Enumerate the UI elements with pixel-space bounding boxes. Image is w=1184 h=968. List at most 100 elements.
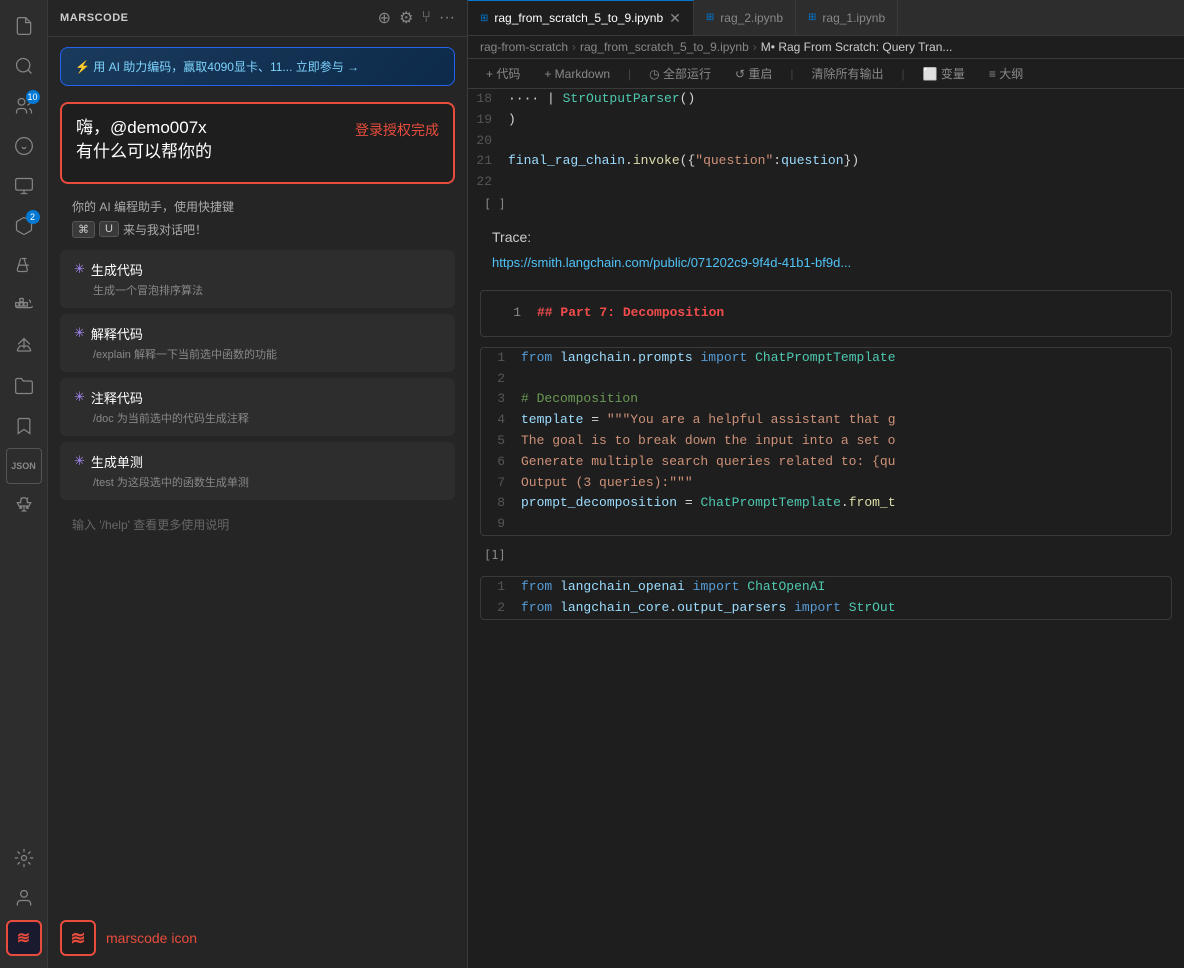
help-text: 输入 '/help' 查看更多使用说明 (48, 504, 467, 545)
marscode-icon-box: ≋ (60, 920, 96, 956)
more-icon[interactable]: ··· (439, 9, 455, 27)
add-code-btn[interactable]: + 代码 (480, 63, 526, 84)
editor-main: ⊞ rag_from_scratch_5_to_9.ipynb ✕ ⊞ rag_… (468, 0, 1184, 968)
code-line-18: 18 ···· | StrOutputParser() (468, 89, 1184, 110)
greeting-subtitle: 你的 AI 编程助手，使用快捷键 (48, 190, 467, 219)
tab-label-1: rag_2.ipynb (720, 11, 783, 25)
tab-close-0[interactable]: ✕ (669, 10, 681, 27)
tab-1[interactable]: ⊞ rag_2.ipynb (694, 0, 796, 35)
promo-text: ⚡ 用 AI 助力编码，赢取4090显卡、11... 立即参与 → (75, 58, 440, 75)
code-mid-6: 6 Generate multiple search queries relat… (481, 452, 1171, 473)
code-mid-8: 8 prompt_decomposition = ChatPromptTempl… (481, 493, 1171, 514)
add-markdown-btn[interactable]: + Markdown (538, 65, 616, 83)
feature-comment-code[interactable]: ✳ 注释代码 /doc 为当前选中的代码生成注释 (60, 378, 455, 436)
part7-cell: 1 ## Part 7: Decomposition (480, 290, 1172, 337)
feature-title-3: ✳ 生成单测 (74, 452, 441, 471)
sidebar-header: MARSCODE ⊕ ⚙ ⑂ ··· (48, 0, 467, 37)
code-mid-2: 2 (481, 369, 1171, 390)
feature-title-2: ✳ 注释代码 (74, 388, 441, 407)
breadcrumb: rag-from-scratch › rag_from_scratch_5_to… (468, 36, 1184, 59)
marscode-label: marscode icon (106, 930, 197, 946)
settings-icon[interactable]: ⚙ (399, 8, 413, 28)
code-line-20: 20 (468, 131, 1184, 152)
restart-btn[interactable]: ↺ 重启 (729, 63, 778, 84)
code-cell-bot: 1 from langchain_openai import ChatOpenA… (480, 576, 1172, 620)
tab-icon-2: ⊞ (808, 12, 816, 23)
tab-icon-1: ⊞ (706, 12, 714, 23)
code-mid-7: 7 Output (3 queries):""" (481, 473, 1171, 494)
code-mid-5: 5 The goal is to break down the input in… (481, 431, 1171, 452)
breadcrumb-0[interactable]: rag-from-scratch (480, 40, 568, 54)
bug2-icon[interactable] (6, 488, 42, 524)
code-bot-2: 2 from langchain_core.output_parsers imp… (481, 598, 1171, 619)
ext-badge: 2 (26, 210, 40, 224)
ai-users-icon[interactable]: 10 (6, 88, 42, 124)
activity-bar: 10 2 JSON ≋ (0, 0, 48, 968)
cell-output-top: [ ] (468, 193, 1184, 215)
variables-btn[interactable]: ⬜ 变量 (917, 63, 971, 84)
bookmark-icon[interactable] (6, 408, 42, 444)
kbd-cmd: ⌘ (72, 221, 95, 238)
shortcut-text: 来与我对话吧！ (123, 221, 207, 238)
code-mid-3: 3 # Decomposition (481, 389, 1171, 410)
code-mid-4: 4 template = """You are a helpful assist… (481, 410, 1171, 431)
cell-output-mid: [1] (468, 544, 1184, 566)
promo-banner[interactable]: ⚡ 用 AI 助力编码，赢取4090显卡、11... 立即参与 → (60, 47, 455, 86)
settings-icon[interactable] (6, 840, 42, 876)
sidebar-panel: MARSCODE ⊕ ⚙ ⑂ ··· ⚡ 用 AI 助力编码，赢取4090显卡、… (48, 0, 468, 968)
part7-heading-line: 1 ## Part 7: Decomposition (497, 303, 1155, 324)
editor-toolbar: + 代码 + Markdown | ◷ 全部运行 ↺ 重启 | 清除所有输出 |… (468, 59, 1184, 89)
kbd-u: U (99, 221, 119, 237)
feature-desc-2: /doc 为当前选中的代码生成注释 (93, 410, 441, 426)
trace-link[interactable]: https://smith.langchain.com/public/07120… (492, 255, 851, 270)
docker-icon[interactable] (6, 288, 42, 324)
breadcrumb-1[interactable]: rag_from_scratch_5_to_9.ipynb (580, 40, 749, 54)
feature-explain-code[interactable]: ✳ 解释代码 /explain 解释一下当前选中函数的功能 (60, 314, 455, 372)
trace-url[interactable]: https://smith.langchain.com/public/07120… (468, 251, 1184, 282)
flask-icon[interactable] (6, 248, 42, 284)
shortcut-row: ⌘ U 来与我对话吧！ (48, 219, 467, 246)
feature-title-1: ✳ 解释代码 (74, 324, 441, 343)
feature-generate-code[interactable]: ✳ 生成代码 生成一个冒泡排序算法 (60, 250, 455, 308)
tab-label-2: rag_1.ipynb (822, 11, 885, 25)
clear-output-btn[interactable]: 清除所有输出 (806, 63, 890, 84)
code-scroll[interactable]: 18 ···· | StrOutputParser() 19 ) 20 21 f… (468, 89, 1184, 968)
folder-icon[interactable] (6, 368, 42, 404)
feature-generate-test[interactable]: ✳ 生成单测 /test 为这段选中的函数生成单测 (60, 442, 455, 500)
code-bot-1: 1 from langchain_openai import ChatOpenA… (481, 577, 1171, 598)
tab-0[interactable]: ⊞ rag_from_scratch_5_to_9.ipynb ✕ (468, 0, 694, 35)
greeting-card: 嗨，@demo007x 有什么可以帮你的 登录授权完成 (60, 102, 455, 184)
ai-badge: 10 (26, 90, 40, 104)
feature-desc-3: /test 为这段选中的函数生成单测 (93, 474, 441, 490)
outline-btn[interactable]: ≡ 大纲 (983, 63, 1029, 84)
code-cell-mid: 1 from langchain.prompts import ChatProm… (480, 347, 1172, 536)
code-mid-1: 1 from langchain.prompts import ChatProm… (481, 348, 1171, 369)
share-icon[interactable]: ⑂ (421, 9, 431, 27)
auth-badge: 登录授权完成 (355, 120, 439, 140)
feature-title-0: ✳ 生成代码 (74, 260, 441, 279)
debug-icon[interactable] (6, 128, 42, 164)
feature-desc-0: 生成一个冒泡排序算法 (93, 282, 441, 298)
tab-bar: ⊞ rag_from_scratch_5_to_9.ipynb ✕ ⊞ rag_… (468, 0, 1184, 36)
code-line-19: 19 ) (468, 110, 1184, 131)
marscode-bottom[interactable]: ≋ marscode icon (48, 908, 467, 968)
run-all-btn[interactable]: ◷ 全部运行 (643, 63, 717, 84)
ship-icon[interactable] (6, 328, 42, 364)
sidebar-title: MARSCODE (60, 12, 129, 24)
code-section-top: 18 ···· | StrOutputParser() 19 ) 20 21 f… (468, 89, 1184, 193)
breadcrumb-2[interactable]: M• Rag From Scratch: Query Tran... (761, 40, 953, 54)
tab-2[interactable]: ⊞ rag_1.ipynb (796, 0, 898, 35)
search-icon[interactable] (6, 48, 42, 84)
json-icon[interactable]: JSON (6, 448, 42, 484)
marscode-activity-icon[interactable]: ≋ (6, 920, 42, 956)
feature-desc-1: /explain 解释一下当前选中函数的功能 (93, 346, 441, 362)
add-icon[interactable]: ⊕ (378, 8, 391, 28)
feature-list: ✳ 生成代码 生成一个冒泡排序算法 ✳ 解释代码 /explain 解释一下当前… (48, 246, 467, 504)
user-icon[interactable] (6, 880, 42, 916)
file-icon[interactable] (6, 8, 42, 44)
sidebar-actions: ⊕ ⚙ ⑂ ··· (378, 8, 455, 28)
monitor-icon[interactable] (6, 168, 42, 204)
tab-icon-0: ⊞ (480, 13, 488, 24)
extensions-icon[interactable]: 2 (6, 208, 42, 244)
code-line-22: 22 (468, 172, 1184, 193)
